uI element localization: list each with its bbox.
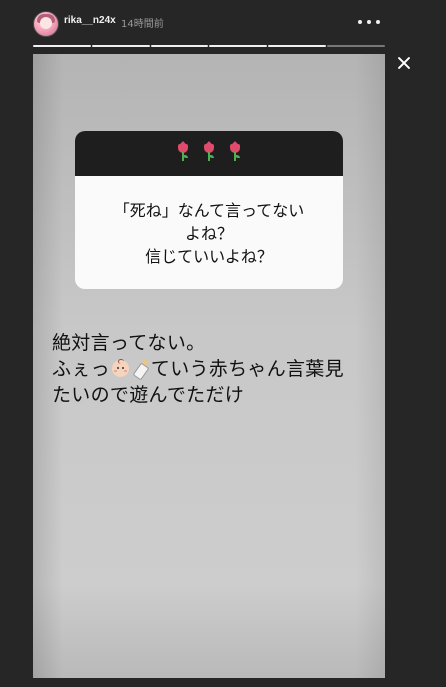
baby-emoji-icon (111, 359, 130, 378)
answer-text-segment: ふぇっ (52, 358, 110, 380)
timestamp-label: 14時間前 (121, 19, 164, 30)
tulip-icon (203, 144, 215, 162)
question-sticker: 「死ね」なんて言ってない よね？ 信じていいよね？ (75, 131, 343, 289)
story-header: rika__n24x 14時間前 (0, 0, 446, 52)
progress-segment (91, 45, 150, 47)
progress-segment (268, 45, 327, 47)
progress-segment (33, 45, 91, 47)
question-line: 「死ね」なんて言ってない (113, 201, 305, 220)
tulip-decoration (75, 144, 343, 166)
question-text: 「死ね」なんて言ってない よね？ 信じていいよね？ (75, 199, 343, 268)
answer-line-2: ふぇっ ていう赤ちゃん言葉見 (52, 356, 382, 382)
question-line: よね？ (184, 224, 233, 243)
answer-line-3: たいので遊んでただけ (52, 384, 245, 406)
answer-text-segment: ていう赤ちゃん言葉見 (150, 358, 344, 380)
tulip-icon (229, 144, 241, 162)
profile-avatar[interactable] (33, 11, 59, 37)
question-sticker-header (75, 131, 343, 176)
more-options-icon[interactable] (358, 14, 380, 30)
tulip-icon (177, 144, 189, 162)
username-label[interactable]: rika__n24x (64, 15, 116, 26)
answer-line-1: 絶対言ってない。 (52, 332, 206, 354)
answer-text: 絶対言ってない。 ふぇっ ていう赤ちゃん言葉見 たいので遊んでただけ (52, 330, 382, 408)
progress-segment (150, 45, 209, 47)
progress-segment (209, 45, 268, 47)
close-icon[interactable] (394, 53, 414, 73)
baby-bottle-emoji-icon (132, 358, 150, 381)
story-progress-bar (33, 45, 385, 47)
progress-segment (327, 45, 385, 47)
question-line: 信じていいよね？ (145, 247, 273, 266)
